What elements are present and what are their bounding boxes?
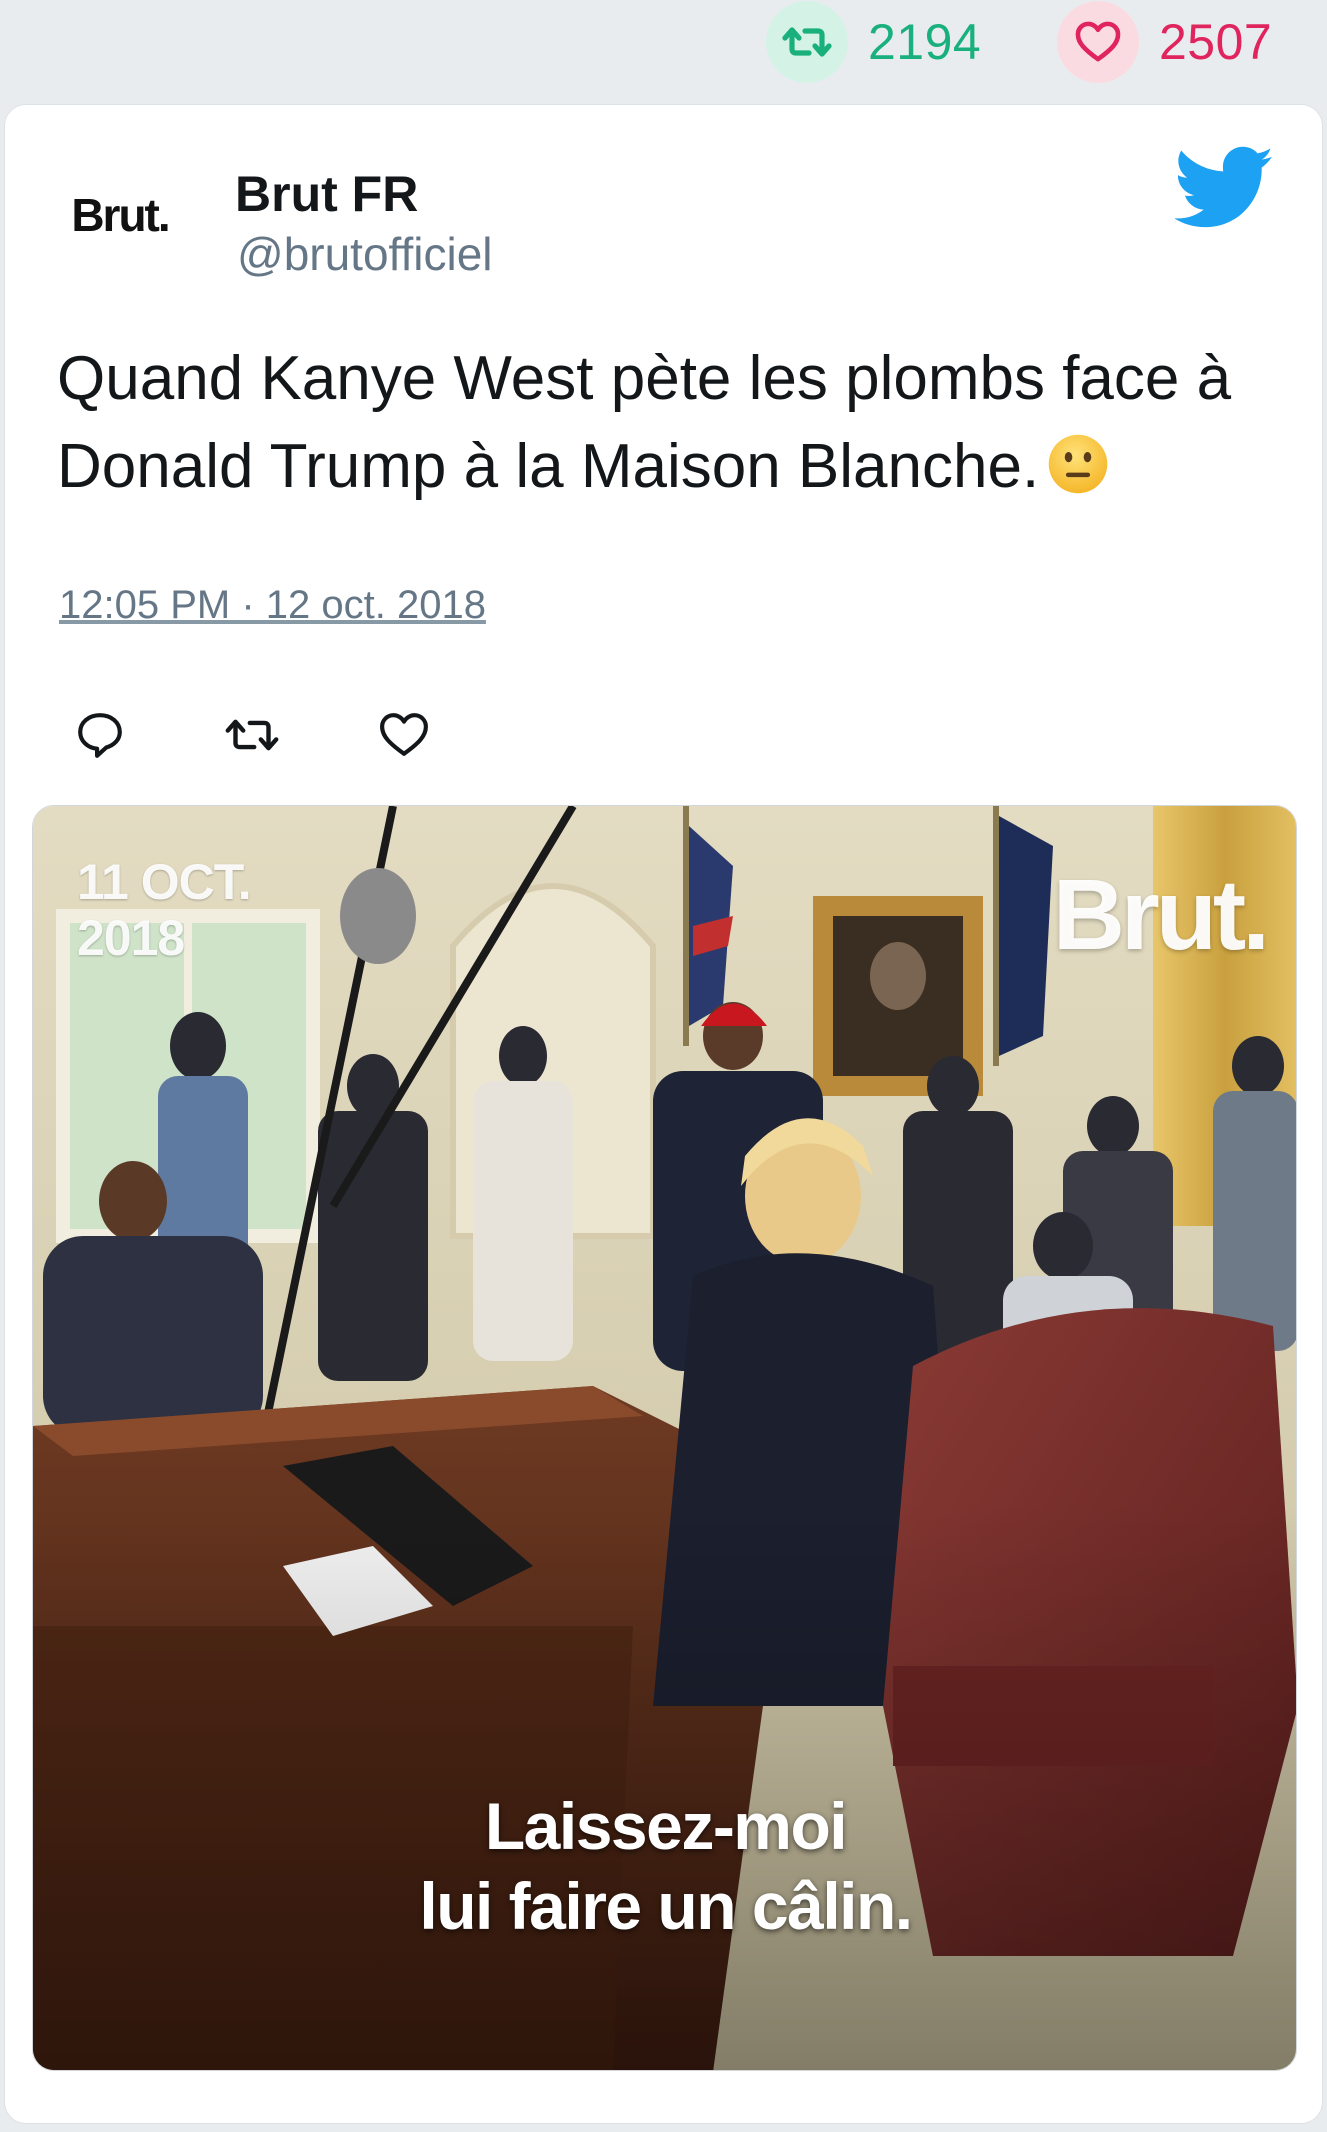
twitter-bird-icon[interactable] (1173, 145, 1275, 231)
like-count: 2507 (1159, 14, 1273, 70)
video-brand-watermark: Brut. (1052, 859, 1270, 971)
heart-icon[interactable] (377, 708, 431, 762)
retweet-count: 2194 (868, 14, 982, 70)
like-stat[interactable]: 2507 (1057, 0, 1272, 84)
avatar-logo-text: Brut. (71, 189, 170, 241)
video-subtitle: Laissez-moi lui faire un câlin. (33, 1786, 1296, 1946)
reply-icon[interactable] (73, 708, 127, 762)
author-name[interactable]: Brut FR (235, 165, 418, 223)
tweet-stats-bar: 2194 2507 (0, 0, 1327, 100)
avatar[interactable]: Brut. (40, 160, 200, 270)
heart-stat-icon (1057, 1, 1139, 83)
tweet-actions (73, 705, 529, 765)
subtitle-line-1: Laissez-moi (484, 1789, 848, 1863)
video-date-overlay: 11 OCT. 2018 (77, 854, 252, 966)
retweet-icon[interactable] (225, 708, 279, 762)
neutral-face-emoji-icon (1047, 431, 1109, 494)
retweet-stat[interactable]: 2194 (766, 0, 981, 84)
tweet-card: Brut. Brut FR @brutofficiel Quand Kanye … (4, 104, 1323, 2124)
tweet-timestamp-link[interactable]: 12:05 PM · 12 oct. 2018 (59, 583, 486, 628)
tweet-text: Quand Kanye West pète les plombs face à … (57, 335, 1287, 511)
tweet-video-media[interactable]: 11 OCT. 2018 Brut. Laissez-moi lui faire… (32, 805, 1297, 2071)
author-handle[interactable]: @brutofficiel (237, 227, 493, 281)
retweet-stat-icon (766, 1, 848, 83)
subtitle-line-2: lui faire un câlin. (419, 1869, 913, 1943)
